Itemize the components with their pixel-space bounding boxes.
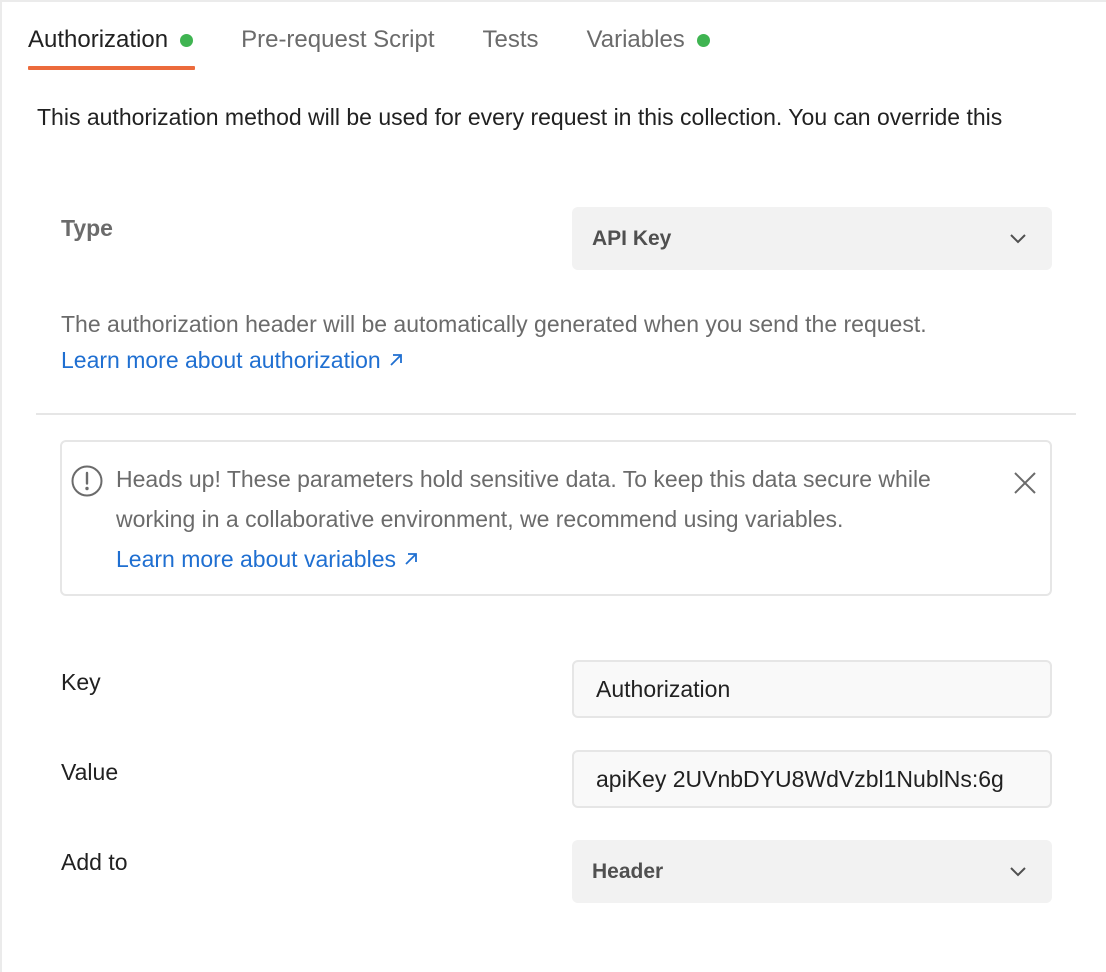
- tab-label: Pre-request Script: [241, 26, 435, 53]
- tab-pre-request-script[interactable]: Pre-request Script: [241, 20, 434, 60]
- chevron-down-icon: [1010, 233, 1026, 243]
- tab-authorization[interactable]: Authorization: [28, 20, 196, 70]
- add-to-value: Header: [592, 859, 664, 883]
- external-link-icon: [390, 354, 402, 366]
- auth-helper: The authorization header will be automat…: [61, 306, 927, 378]
- tab-label: Authorization: [28, 26, 169, 53]
- tab-label: Variables: [586, 26, 685, 53]
- auth-type-value: API Key: [592, 226, 672, 250]
- external-link-icon: [405, 553, 417, 565]
- link-label: Learn more about authorization: [61, 347, 381, 373]
- add-to-select[interactable]: Header: [572, 840, 1052, 903]
- section-divider: [36, 413, 1076, 415]
- auth-type-select[interactable]: API Key: [572, 207, 1052, 270]
- key-input[interactable]: Authorization: [572, 660, 1052, 718]
- tab-tests[interactable]: Tests: [483, 20, 539, 60]
- value-input[interactable]: apiKey 2UVnbDYU8WdVzbl1NublNs:6g: [572, 750, 1052, 808]
- type-label: Type: [61, 215, 113, 241]
- tab-variables[interactable]: Variables: [587, 20, 710, 60]
- learn-more-variables-link[interactable]: Learn more about variables: [116, 546, 418, 572]
- alert-message: Heads up! These parameters hold sensitiv…: [116, 459, 976, 579]
- tab-bar: Authorization Pre-request Script Tests V…: [28, 20, 758, 72]
- alert-text: Heads up! These parameters hold sensitiv…: [116, 466, 931, 532]
- value-label: Value: [61, 759, 119, 785]
- status-dot-icon: [696, 33, 710, 47]
- status-dot-icon: [180, 33, 194, 47]
- close-icon[interactable]: [1012, 470, 1038, 496]
- link-label: Learn more about variables: [116, 546, 396, 572]
- tab-label: Tests: [482, 26, 539, 53]
- learn-more-authorization-link[interactable]: Learn more about authorization: [61, 347, 403, 373]
- auth-description: This authorization method will be used f…: [37, 104, 1003, 130]
- chevron-down-icon: [1010, 866, 1026, 876]
- add-to-label: Add to: [61, 849, 128, 875]
- info-alert-icon: [71, 465, 103, 497]
- key-label: Key: [61, 669, 101, 695]
- sensitive-data-alert: Heads up! These parameters hold sensitiv…: [60, 440, 1052, 596]
- helper-text: The authorization header will be automat…: [61, 311, 927, 337]
- auth-panel: Authorization Pre-request Script Tests V…: [0, 0, 1106, 972]
